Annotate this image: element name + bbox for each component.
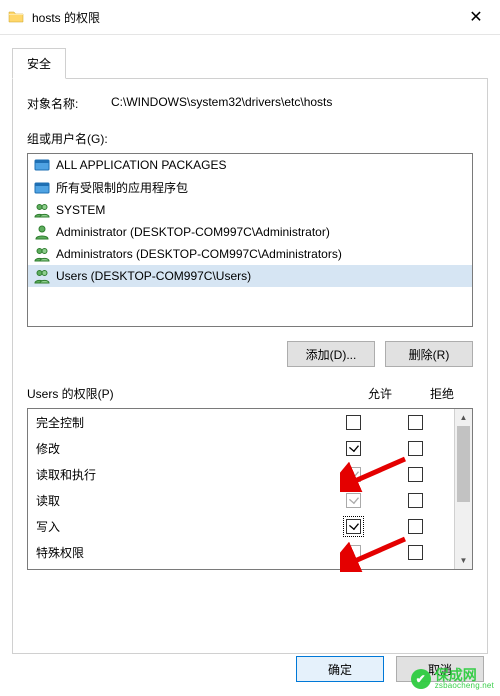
list-item-label: Users (DESKTOP-COM997C\Users) xyxy=(56,269,251,283)
watermark-text: 保成网 zsbaocheng.net xyxy=(435,668,494,690)
list-item-label: Administrator (DESKTOP-COM997C\Administr… xyxy=(56,225,330,239)
object-name-value: C:\WINDOWS\system32\drivers\etc\hosts xyxy=(111,95,473,112)
list-item-label: 所有受限制的应用程序包 xyxy=(56,179,188,196)
watermark-badge-icon: ✔ xyxy=(411,669,431,689)
permissions-rows: 完全控制修改读取和执行读取写入特殊权限 xyxy=(28,409,454,569)
allow-checkbox[interactable] xyxy=(346,545,361,560)
deny-checkbox[interactable] xyxy=(408,519,423,534)
permissions-header: Users 的权限(P) 允许 拒绝 xyxy=(27,385,473,402)
permissions-dialog: hosts 的权限 ✕ 安全 对象名称: C:\WINDOWS\system32… xyxy=(0,0,500,696)
permission-name: 完全控制 xyxy=(36,414,322,431)
list-item-label: SYSTEM xyxy=(56,203,105,217)
permission-name: 修改 xyxy=(36,440,322,457)
groups-label: 组或用户名(G): xyxy=(27,130,473,147)
scrollbar[interactable]: ▲ ▼ xyxy=(454,409,472,569)
object-name-label: 对象名称: xyxy=(27,95,111,112)
allow-checkbox[interactable] xyxy=(346,467,361,482)
list-item[interactable]: Administrator (DESKTOP-COM997C\Administr… xyxy=(28,221,472,243)
folder-icon xyxy=(8,9,24,25)
list-item[interactable]: 所有受限制的应用程序包 xyxy=(28,176,472,199)
list-item[interactable]: SYSTEM xyxy=(28,199,472,221)
list-item[interactable]: ALL APPLICATION PACKAGES xyxy=(28,154,472,176)
allow-checkbox[interactable] xyxy=(346,415,361,430)
column-allow: 允许 xyxy=(349,385,411,402)
ok-button[interactable]: 确定 xyxy=(296,656,384,682)
watermark: ✔ 保成网 zsbaocheng.net xyxy=(411,668,494,690)
list-item[interactable]: Users (DESKTOP-COM997C\Users) xyxy=(28,265,472,287)
window-title: hosts 的权限 xyxy=(32,9,460,26)
allow-checkbox[interactable] xyxy=(346,493,361,508)
permission-name: 写入 xyxy=(36,518,322,535)
permission-row: 完全控制 xyxy=(28,409,454,435)
permission-row: 特殊权限 xyxy=(28,539,454,565)
object-name-row: 对象名称: C:\WINDOWS\system32\drivers\etc\ho… xyxy=(27,95,473,112)
remove-button[interactable]: 删除(R) xyxy=(385,341,473,367)
tabstrip: 安全 xyxy=(12,47,488,79)
deny-checkbox[interactable] xyxy=(408,493,423,508)
tab-panel-security: 对象名称: C:\WINDOWS\system32\drivers\etc\ho… xyxy=(12,79,488,654)
deny-checkbox[interactable] xyxy=(408,441,423,456)
permission-name: 读取和执行 xyxy=(36,466,322,483)
allow-checkbox[interactable] xyxy=(346,441,361,456)
groups-listbox[interactable]: ALL APPLICATION PACKAGES 所有受限制的应用程序包 SYSTE… xyxy=(27,153,473,327)
close-button[interactable]: ✕ xyxy=(460,7,492,27)
column-deny: 拒绝 xyxy=(411,385,473,402)
permission-row: 写入 xyxy=(28,513,454,539)
permission-row: 读取 xyxy=(28,487,454,513)
dialog-body: 安全 对象名称: C:\WINDOWS\system32\drivers\etc… xyxy=(0,35,500,654)
list-item[interactable]: Administrators (DESKTOP-COM997C\Administ… xyxy=(28,243,472,265)
scroll-thumb[interactable] xyxy=(457,426,470,502)
permission-row: 修改 xyxy=(28,435,454,461)
deny-checkbox[interactable] xyxy=(408,467,423,482)
list-item-label: ALL APPLICATION PACKAGES xyxy=(56,158,227,172)
deny-checkbox[interactable] xyxy=(408,545,423,560)
permission-name: 特殊权限 xyxy=(36,544,322,561)
permission-name: 读取 xyxy=(36,492,322,509)
tab-security[interactable]: 安全 xyxy=(12,48,66,79)
permissions-title: Users 的权限(P) xyxy=(27,385,349,402)
deny-checkbox[interactable] xyxy=(408,415,423,430)
permissions-listbox: 完全控制修改读取和执行读取写入特殊权限 ▲ ▼ xyxy=(27,408,473,570)
permission-row: 读取和执行 xyxy=(28,461,454,487)
watermark-cn: 保成网 xyxy=(435,668,494,682)
watermark-en: zsbaocheng.net xyxy=(435,682,494,690)
group-buttons: 添加(D)... 删除(R) xyxy=(27,341,473,367)
scroll-up-icon[interactable]: ▲ xyxy=(455,409,472,426)
add-button[interactable]: 添加(D)... xyxy=(287,341,375,367)
scroll-track[interactable] xyxy=(455,426,472,552)
titlebar: hosts 的权限 ✕ xyxy=(0,0,500,35)
allow-checkbox[interactable] xyxy=(346,519,361,534)
list-item-label: Administrators (DESKTOP-COM997C\Administ… xyxy=(56,247,342,261)
scroll-down-icon[interactable]: ▼ xyxy=(455,552,472,569)
